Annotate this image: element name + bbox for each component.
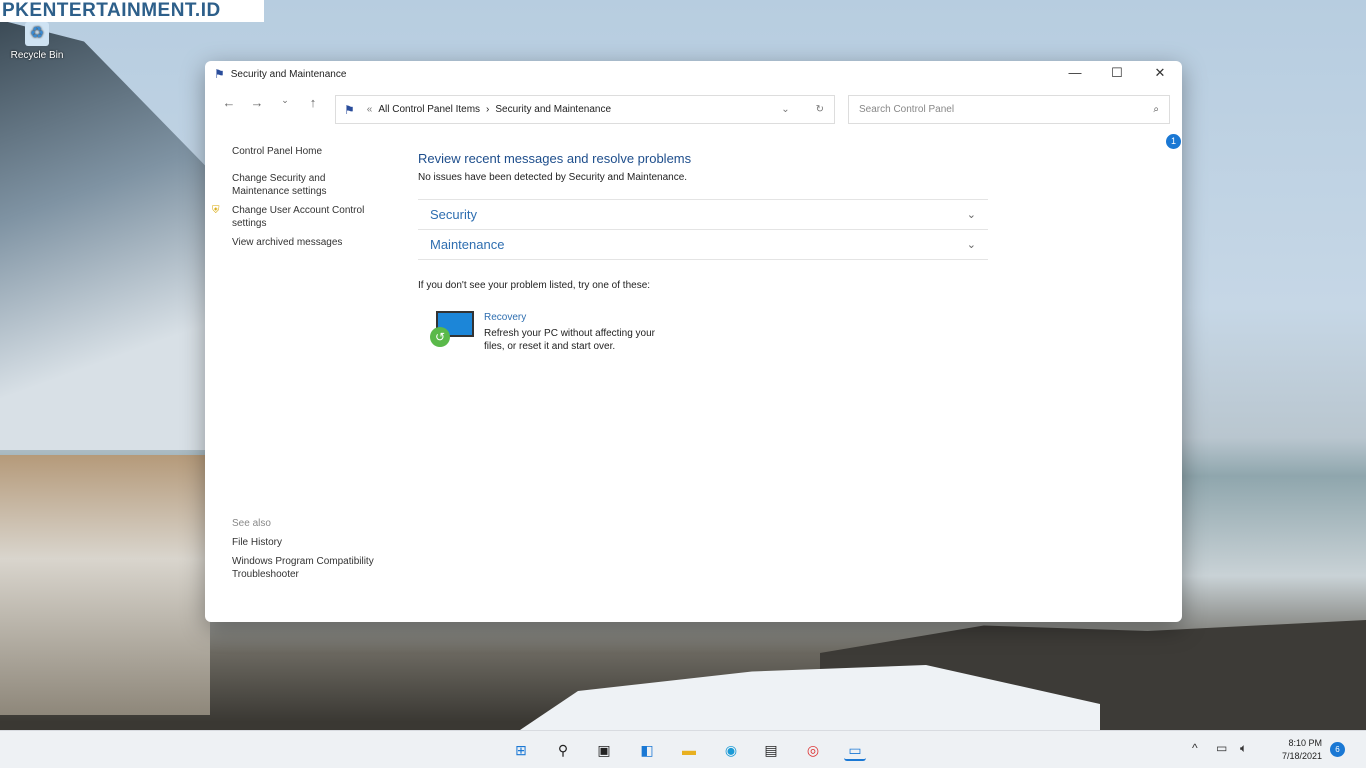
- flag-icon: ⚑: [214, 67, 225, 81]
- taskbar: ⊞ ⚲ ▣ ◧ ▬ ◉ ▤ ◎ ▭ ^ ▭ 🔈︎ 8:10 PM 7/18/20…: [0, 730, 1366, 768]
- shield-icon: ⛨: [212, 205, 220, 216]
- time: 8:10 PM: [1288, 738, 1322, 748]
- chevron-down-icon: ⌄: [966, 239, 976, 251]
- recycle-icon: ♻: [25, 22, 49, 46]
- network-icon[interactable]: ▭: [1216, 741, 1227, 755]
- see-also-compat-troubleshooter[interactable]: Windows Program Compatibility Troublesho…: [232, 555, 382, 581]
- hint-text: If you don't see your problem listed, tr…: [418, 280, 651, 291]
- recycle-bin-label: Recycle Bin: [10, 50, 64, 61]
- task-view-icon[interactable]: ▣: [593, 739, 615, 761]
- recent-dropdown[interactable]: ⌄: [271, 95, 299, 110]
- clock[interactable]: 8:10 PM 7/18/2021: [1268, 737, 1322, 763]
- chevron-down-icon[interactable]: ⌄: [781, 104, 789, 115]
- security-section[interactable]: Security ⌄: [418, 199, 988, 229]
- recovery-link[interactable]: Recovery: [484, 311, 664, 324]
- page-heading: Review recent messages and resolve probl…: [418, 151, 692, 166]
- maximize-button[interactable]: ☐: [1097, 65, 1137, 81]
- see-also-file-history[interactable]: File History: [232, 536, 392, 549]
- window-title: Security and Maintenance: [230, 68, 347, 80]
- sidebar-item-change-settings[interactable]: Change Security and Maintenance settings: [232, 172, 352, 198]
- sidebar-item-archived[interactable]: View archived messages: [232, 236, 402, 249]
- status-text: No issues have been detected by Security…: [418, 172, 688, 183]
- wallpaper-beach: [0, 455, 210, 715]
- recovery-item[interactable]: ↺ Recovery Refresh your PC without affec…: [430, 311, 988, 353]
- chrome-icon[interactable]: ◎: [802, 739, 824, 761]
- section-title: Maintenance: [430, 237, 505, 252]
- recovery-icon: ↺: [430, 311, 474, 347]
- chevron-down-icon: ⌄: [966, 209, 976, 221]
- recycle-bin[interactable]: ♻ Recycle Bin: [6, 22, 68, 61]
- search-input[interactable]: Search Control Panel ⌕: [848, 95, 1170, 124]
- sidebar-item-label: Change User Account Control settings: [232, 205, 365, 229]
- edge-icon[interactable]: ◉: [720, 739, 742, 761]
- date: 7/18/2021: [1281, 751, 1322, 761]
- search-icon[interactable]: ⚲: [552, 739, 574, 761]
- refresh-icon[interactable]: ↻: [816, 104, 824, 115]
- see-also-label: See also: [232, 518, 271, 529]
- chevron-up-icon[interactable]: ^: [1192, 741, 1198, 755]
- up-button[interactable]: ↑: [299, 95, 327, 110]
- search-placeholder: Search Control Panel: [859, 104, 955, 115]
- close-button[interactable]: ✕: [1140, 65, 1180, 81]
- volume-icon[interactable]: 🔈︎: [1240, 741, 1247, 756]
- control-panel-icon[interactable]: ▭: [844, 739, 866, 761]
- minimize-button[interactable]: —: [1055, 65, 1095, 80]
- sidebar-item-home[interactable]: Control Panel Home: [232, 145, 402, 158]
- security-maintenance-window: ⚑ Security and Maintenance — ☐ ✕ ← → ⌄ ↑…: [205, 61, 1182, 622]
- breadcrumb-item[interactable]: Security and Maintenance: [495, 104, 611, 115]
- sidebar-item-uac[interactable]: ⛨ Change User Account Control settings: [212, 204, 392, 230]
- address-bar[interactable]: ⚑ « All Control Panel Items › Security a…: [335, 95, 835, 124]
- breadcrumb-item[interactable]: All Control Panel Items: [378, 104, 480, 115]
- watermark-logo: PKENTERTAINMENT.ID: [0, 0, 264, 22]
- title-bar: ⚑ Security and Maintenance: [205, 61, 1182, 87]
- back-button[interactable]: ←: [215, 95, 243, 110]
- main-content: Review recent messages and resolve probl…: [418, 151, 988, 353]
- wallpaper-mountain: [0, 20, 210, 450]
- maintenance-section[interactable]: Maintenance ⌄: [418, 229, 988, 259]
- start-icon[interactable]: ⊞: [510, 739, 532, 761]
- forward-button[interactable]: →: [243, 95, 271, 110]
- flag-icon: ⚑: [344, 102, 355, 117]
- nav-buttons: ← → ⌄ ↑: [215, 95, 327, 110]
- widgets-icon[interactable]: ◧: [636, 739, 658, 761]
- store-icon[interactable]: ▤: [760, 739, 782, 761]
- sidebar: Control Panel Home Change Security and M…: [212, 145, 402, 580]
- chevron-right-icon: ›: [486, 104, 490, 115]
- search-icon: ⌕: [1153, 104, 1159, 115]
- notification-badge[interactable]: 1: [1166, 134, 1181, 149]
- file-explorer-icon[interactable]: ▬: [678, 739, 700, 761]
- recovery-description: Refresh your PC without affecting your f…: [484, 328, 656, 352]
- section-title: Security: [430, 207, 477, 222]
- notification-center-badge[interactable]: 6: [1330, 742, 1345, 757]
